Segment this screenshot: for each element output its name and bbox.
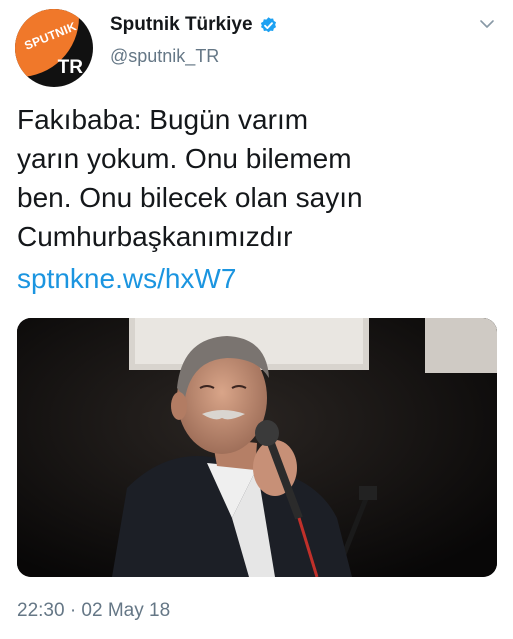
avatar-region-text: TR: [57, 57, 83, 78]
tweet-card: SPUTNIK TR Sputnik Türkiye @sputnik_TR F…: [0, 0, 513, 639]
tweet-photo[interactable]: [17, 318, 497, 577]
name-row: Sputnik Türkiye: [110, 14, 278, 36]
chevron-down-icon[interactable]: [479, 16, 495, 32]
tweet-text: Fakıbaba: Bugün varım yarın yokum. Onu b…: [17, 104, 363, 252]
display-name[interactable]: Sputnik Türkiye: [110, 14, 253, 36]
avatar[interactable]: SPUTNIK TR: [15, 9, 93, 87]
verified-badge-icon: [260, 16, 276, 32]
photo-illustration: [17, 318, 497, 577]
account-handle[interactable]: @sputnik_TR: [110, 46, 219, 67]
tweet-timestamp[interactable]: 22:30 · 02 May 18: [17, 600, 170, 622]
tweet-link[interactable]: sptnkne.ws/hxW7: [17, 259, 236, 298]
